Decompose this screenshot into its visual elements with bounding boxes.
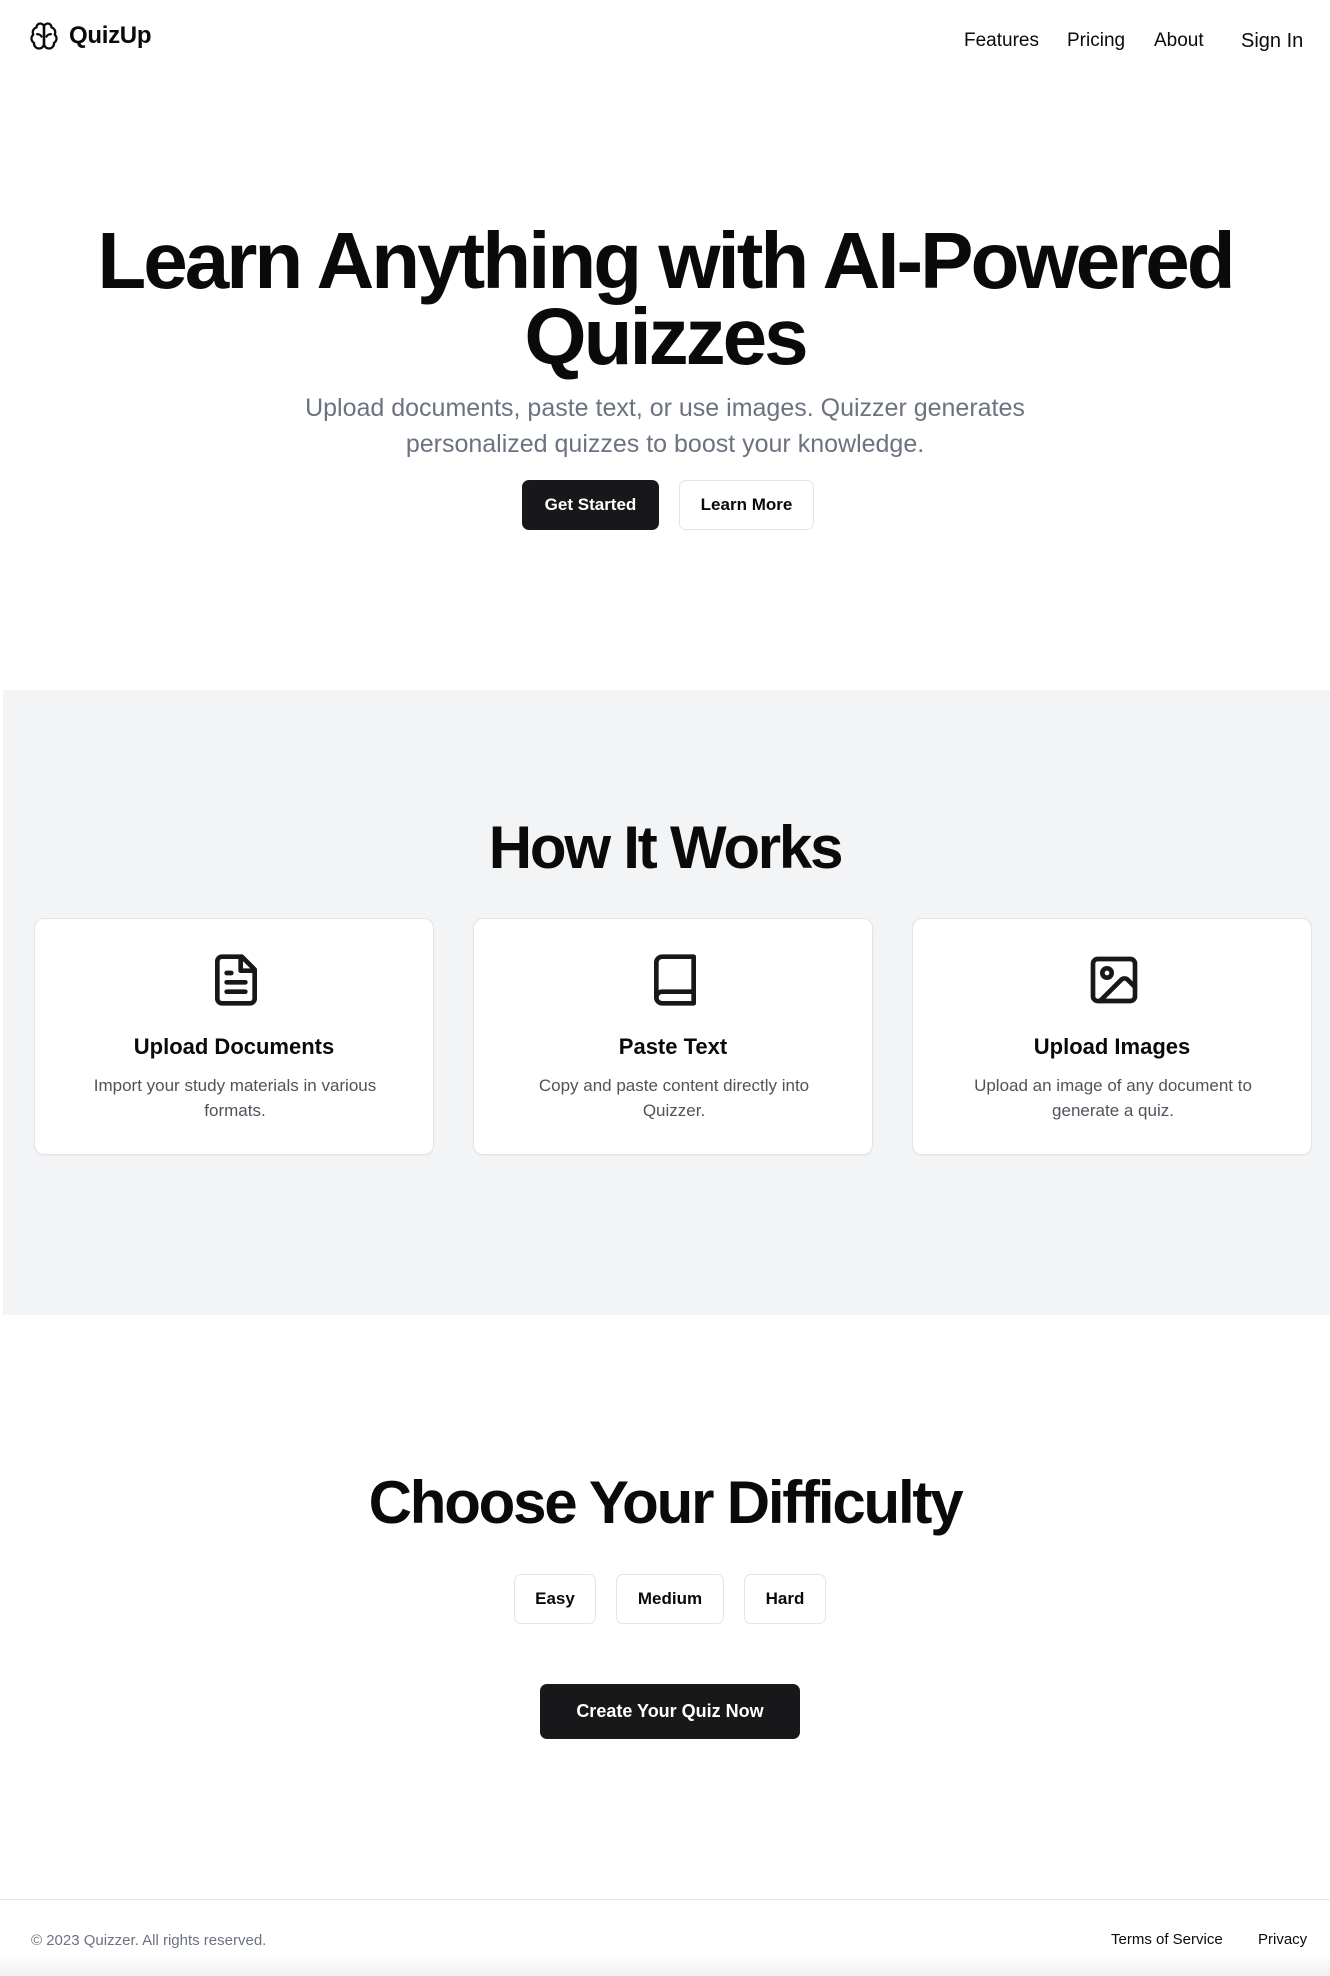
card-description: Upload an image of any document to gener…: [974, 1076, 1252, 1120]
sign-in-link[interactable]: Sign In: [1241, 28, 1303, 54]
site-footer: © 2023 Quizzer. All rights reserved. Ter…: [0, 1899, 1330, 1976]
hero-subtitle: Upload documents, paste text, or use ima…: [305, 394, 1025, 458]
feature-card-paste-text: Paste Text Copy and paste content direct…: [473, 918, 873, 1155]
hero-title-line2: Quizzes: [524, 292, 808, 381]
site-header: QuizUp Features Pricing About Sign In: [0, 0, 1330, 80]
main-nav: Features Pricing About Sign In: [0, 28, 1330, 54]
create-quiz-button[interactable]: Create Your Quiz Now: [540, 1684, 800, 1739]
difficulty-hard-button[interactable]: Hard: [744, 1574, 826, 1624]
card-description: Import your study materials in various f…: [93, 1076, 377, 1120]
copyright-text: © 2023 Quizzer. All rights reserved.: [31, 1932, 267, 1949]
feature-card-upload-images: Upload Images Upload an image of any doc…: [912, 918, 1312, 1155]
terms-of-service-link[interactable]: Terms of Service: [1111, 1931, 1223, 1948]
card-title: Paste Text: [618, 1034, 728, 1059]
nav-link-pricing[interactable]: Pricing: [1067, 28, 1125, 54]
book-icon: [647, 950, 703, 1010]
image-icon: [1086, 950, 1142, 1010]
hero-title: Learn Anything with AI-Powered Quizzes: [0, 221, 1330, 377]
difficulty-title: Choose Your Difficulty: [368, 1469, 964, 1536]
difficulty-medium-button[interactable]: Medium: [616, 1574, 724, 1624]
nav-link-features[interactable]: Features: [964, 28, 1039, 54]
card-description: Copy and paste content directly into Qui…: [538, 1076, 810, 1120]
card-title: Upload Images: [1033, 1034, 1191, 1059]
privacy-link[interactable]: Privacy: [1258, 1931, 1307, 1948]
card-title: Upload Documents: [133, 1034, 335, 1059]
nav-link-about[interactable]: About: [1154, 28, 1204, 54]
learn-more-button[interactable]: Learn More: [679, 480, 814, 530]
difficulty-easy-button[interactable]: Easy: [514, 1574, 596, 1624]
how-it-works-title: How It Works: [488, 814, 844, 881]
landing-page: QuizUp Features Pricing About Sign In Le…: [0, 0, 1330, 1976]
document-icon: [208, 950, 264, 1010]
feature-card-upload-documents: Upload Documents Import your study mater…: [34, 918, 434, 1155]
get-started-button[interactable]: Get Started: [522, 480, 659, 530]
